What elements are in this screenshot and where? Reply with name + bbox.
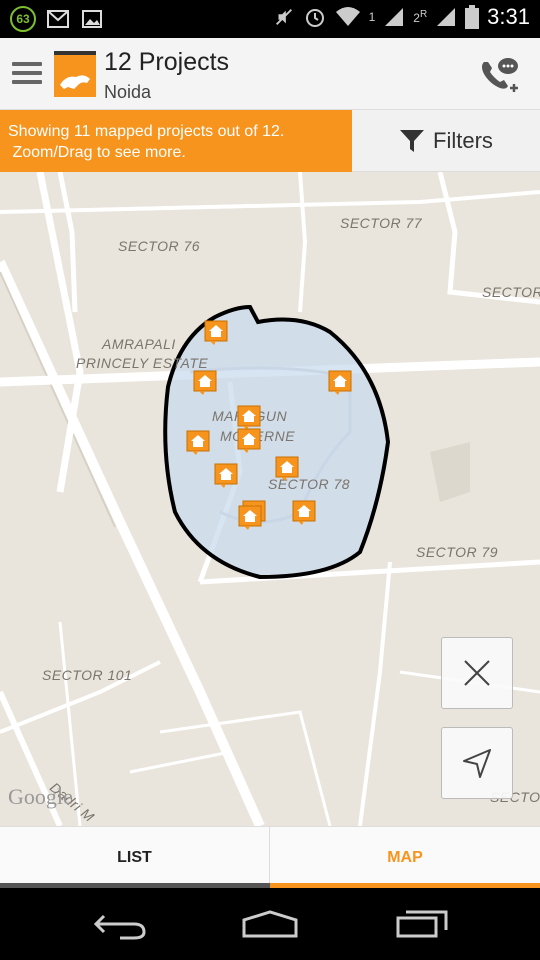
- my-location-button[interactable]: [441, 727, 513, 799]
- clear-drawing-button[interactable]: [441, 637, 513, 709]
- app-logo: [54, 51, 96, 97]
- home-icon[interactable]: [240, 908, 300, 940]
- view-tabs: LIST MAP: [0, 826, 540, 889]
- filters-button[interactable]: Filters: [352, 110, 540, 172]
- page-title: 12 Projects: [104, 48, 230, 76]
- label-sector-101: SECTOR 101: [42, 667, 133, 683]
- close-icon: [464, 660, 490, 686]
- filter-funnel-icon: [400, 129, 425, 152]
- banner-line-1: Showing 11 mapped projects out of 12.: [8, 123, 285, 140]
- gmail-icon: [47, 10, 69, 28]
- call-request-icon[interactable]: [478, 56, 520, 94]
- project-marker[interactable]: [193, 370, 217, 396]
- battery-icon: [465, 5, 480, 29]
- image-icon: [82, 10, 102, 28]
- filters-label: Filters: [433, 127, 493, 153]
- status-bar: 63 1 2R 3:31: [0, 0, 540, 38]
- mute-icon: [275, 9, 292, 25]
- clock-time: 3:31: [487, 4, 530, 29]
- sim1-label: 1: [368, 10, 376, 24]
- app-bar: 12 Projects Noida: [0, 38, 540, 110]
- label-amrapali: AMRAPALI: [102, 336, 176, 352]
- tab-list[interactable]: LIST: [0, 827, 270, 889]
- back-icon[interactable]: [90, 908, 150, 940]
- project-marker[interactable]: [275, 456, 299, 482]
- project-marker[interactable]: [204, 320, 228, 346]
- project-marker[interactable]: [328, 370, 352, 396]
- notification-count-badge: 63: [10, 6, 36, 32]
- map-view[interactable]: SECTOR 76 SECTOR 77 SECTOR AMRAPALI PRIN…: [0, 172, 540, 826]
- recent-apps-icon[interactable]: [392, 908, 452, 940]
- label-sector-77: SECTOR 77: [340, 215, 423, 231]
- label-sector-76: SECTOR 76: [118, 238, 201, 254]
- signal1-icon: [385, 8, 404, 26]
- signal2-icon: [437, 8, 456, 26]
- label-sector-right: SECTOR: [482, 284, 540, 300]
- label-princely-estate: PRINCELY ESTATE: [76, 355, 209, 371]
- project-marker[interactable]: [214, 463, 238, 489]
- banner-line-2: Zoom/Drag to see more.: [8, 144, 186, 161]
- alarm-icon: [305, 9, 324, 27]
- tiger-logo-icon: [60, 75, 90, 89]
- city-subtitle: Noida: [104, 82, 152, 102]
- project-marker[interactable]: [186, 430, 210, 456]
- label-sector-79: SECTOR 79: [416, 544, 499, 560]
- google-logo: Google: [8, 784, 73, 809]
- hamburger-menu-icon[interactable]: [12, 62, 42, 86]
- wifi-icon: [335, 7, 360, 26]
- project-marker[interactable]: [238, 505, 262, 531]
- mapped-projects-banner: Showing 11 mapped projects out of 12. Zo…: [0, 110, 352, 172]
- navigation-arrow-icon: [463, 749, 491, 778]
- sim2-label: 2R: [413, 9, 428, 25]
- project-marker[interactable]: [292, 500, 316, 526]
- tab-map[interactable]: MAP: [270, 827, 540, 889]
- system-nav-bar: [0, 888, 540, 960]
- project-marker[interactable]: [237, 428, 261, 454]
